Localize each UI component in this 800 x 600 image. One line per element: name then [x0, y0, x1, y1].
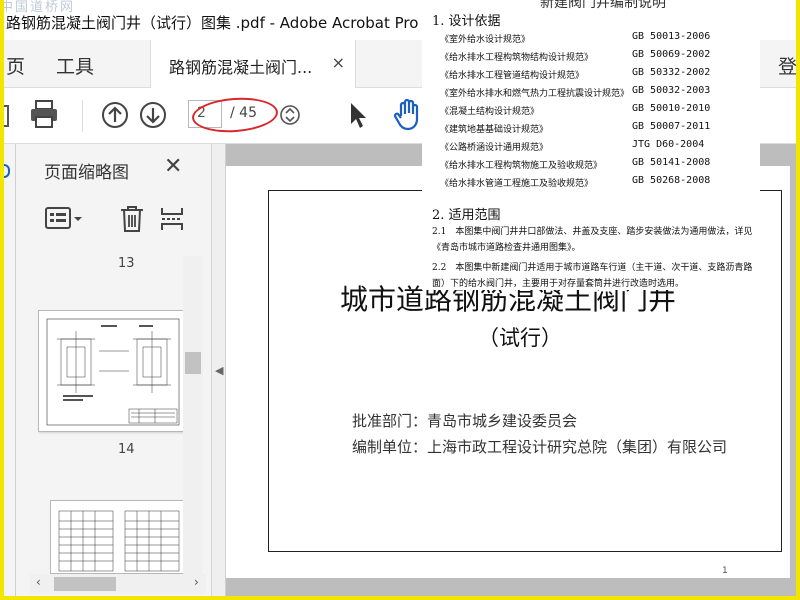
page-thumbnail-nav-icon[interactable]: [2, 164, 10, 178]
scrollbar-thumb[interactable]: [185, 352, 201, 374]
compiling-unit: 编制单位：上海市政工程设计研究总院（集团）有限公司: [352, 438, 728, 456]
scrollbar-thumb[interactable]: [54, 577, 116, 591]
scope-paragraph: 2.1 本图集中阀门井井口部做法、井盖及支座、踏步安装做法为通用做法，详见《青岛…: [432, 227, 753, 253]
select-cursor-icon[interactable]: [346, 100, 370, 134]
standard-code: GB 50010-2010: [632, 103, 711, 114]
page-thumbnail-14[interactable]: [38, 310, 184, 432]
standard-code: GB 50032-2003: [632, 85, 711, 96]
panel-close-icon[interactable]: ✕: [164, 154, 182, 179]
zoom-stepper-icon[interactable]: [280, 104, 300, 130]
thumbnail-page-number: 13: [118, 256, 135, 271]
standard-code: GB 50007-2011: [632, 121, 711, 132]
standard-name: 《公路桥涵设计通用规范》: [440, 143, 549, 153]
navigation-strip: [0, 144, 16, 600]
standard-name: 《混凝土结构设计规范》: [440, 107, 540, 117]
tab-label: 路钢筋混凝土阀门...: [169, 58, 313, 77]
previous-page-icon[interactable]: [100, 100, 130, 134]
standard-code: GB 50332-2002: [632, 67, 711, 78]
menu-tools[interactable]: 工具: [56, 52, 94, 79]
tab-close-icon[interactable]: ×: [332, 53, 345, 72]
page-thumbnail-15[interactable]: [50, 500, 184, 574]
standard-code: GB 50141-2008: [632, 157, 711, 168]
collapse-panel-icon[interactable]: ◀: [215, 364, 223, 377]
menu-home[interactable]: 页: [6, 52, 25, 79]
section-heading: 1. 设计依据: [432, 14, 501, 29]
standard-code: GB 50069-2002: [632, 49, 711, 60]
technical-drawing-thumbnail: [46, 318, 180, 426]
toolbar-separator: [82, 100, 83, 132]
thumbnail-options-icon[interactable]: [44, 204, 84, 238]
hand-tool-icon[interactable]: [392, 98, 424, 136]
standard-code: JTG D60-2004: [632, 139, 705, 150]
overlay-document-snippet: 新建阀门井编制说明 1. 设计依据 《室外给水设计规范》 GB 50013-20…: [422, 0, 760, 290]
document-tab[interactable]: 路钢筋混凝土阀门... ×: [150, 40, 356, 88]
standard-name: 《室外给水设计规范》: [440, 35, 531, 45]
standard-name: 《室外给水排水和燃气热力工程抗震设计规范》: [440, 89, 630, 99]
next-page-icon[interactable]: [138, 100, 168, 134]
page-folio: 1: [722, 566, 728, 576]
insert-page-icon[interactable]: [160, 204, 186, 238]
panel-divider[interactable]: ◀: [212, 144, 226, 600]
standard-name: 《给水排水工程管道结构设计规范》: [440, 71, 585, 81]
partial-icon[interactable]: [0, 102, 10, 134]
panel-title: 页面缩略图: [44, 163, 129, 183]
approving-department: 批准部门：青岛市城乡建设委员会: [352, 412, 578, 430]
table-drawing-thumbnail: [58, 510, 180, 572]
standard-code: GB 50013-2006: [632, 31, 711, 42]
print-icon[interactable]: [28, 98, 60, 134]
scope-paragraph: 2.2 本图集中新建阀门井适用于城市道路车行道（主干道、次干道、支路沥青路面）下…: [432, 263, 753, 289]
standard-code: GB 50268-2008: [632, 175, 711, 186]
scroll-left-icon[interactable]: ‹: [36, 575, 41, 589]
standard-name: 《给水排水工程构筑物结构设计规范》: [440, 53, 594, 63]
scroll-right-icon[interactable]: ›: [194, 575, 199, 589]
standard-name: 《给水排水管道工程施工及验收规范》: [440, 179, 594, 189]
cover-subtitle: （试行）: [478, 326, 562, 350]
delete-page-icon[interactable]: [118, 204, 146, 238]
snippet-title: 新建阀门井编制说明: [540, 0, 666, 11]
standard-name: 《给水排水工程构筑物施工及验收规范》: [440, 161, 603, 171]
sign-in-button[interactable]: 登: [778, 52, 797, 79]
section-heading: 2. 适用范围: [432, 208, 501, 223]
standard-name: 《建筑地基基础设计规范》: [440, 125, 549, 135]
window-title: 路钢筋混凝土阀门井（试行）图集 .pdf - Adobe Acrobat Pro: [6, 14, 419, 32]
thumbnail-horizontal-scrollbar[interactable]: ‹ ›: [30, 574, 206, 594]
thumbnail-vertical-scrollbar[interactable]: [183, 256, 203, 574]
thumbnail-page-number: 14: [118, 442, 135, 457]
